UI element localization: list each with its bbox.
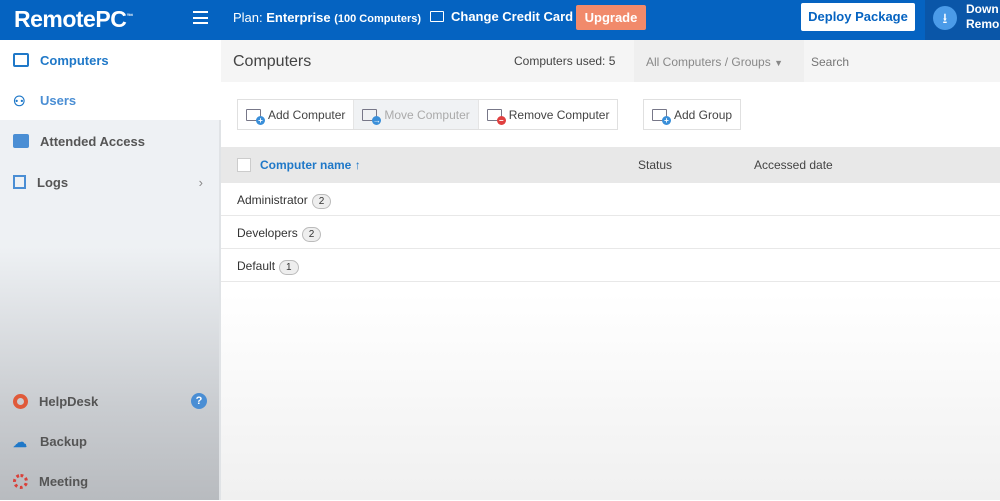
page-title: Computers xyxy=(233,53,312,70)
plan-name: Enterprise xyxy=(266,10,331,25)
help-icon[interactable]: ? xyxy=(191,393,207,409)
computers-used: Computers used: 5 xyxy=(514,54,616,68)
table-header: Computer name ↑ Status Accessed date xyxy=(221,147,1000,183)
filter-label: All Computers / Groups xyxy=(646,55,771,69)
table-row[interactable]: Default 1 xyxy=(221,249,1000,282)
group-filter-dropdown[interactable]: All Computers / Groups ▼ xyxy=(634,40,804,82)
download-button[interactable]: ⭳ Down Remo xyxy=(925,0,1000,40)
sidebar-item-label: Logs xyxy=(37,174,69,190)
sidebar-item-backup[interactable]: ☁ Backup xyxy=(0,421,221,461)
add-computer-label: Add Computer xyxy=(268,107,346,122)
sidebar-item-label: Users xyxy=(40,92,77,108)
content-header: Computers Computers used: 5 All Computer… xyxy=(221,40,1000,82)
monitor-icon xyxy=(13,134,29,148)
sidebar-item-label: Computers xyxy=(40,52,109,68)
add-computer-icon: + xyxy=(246,108,265,125)
main-panel: Computers Computers used: 5 All Computer… xyxy=(221,40,1000,500)
group-name: Default xyxy=(237,259,276,273)
sidebar-item-computers[interactable]: Computers xyxy=(0,40,221,80)
change-credit-card-link[interactable]: Change Credit Card xyxy=(430,9,573,24)
group-name: Administrator xyxy=(237,193,308,207)
logo-text: RemotePC xyxy=(14,6,127,32)
menu-icon[interactable] xyxy=(193,11,208,24)
add-group-button[interactable]: + Add Group xyxy=(644,100,740,129)
plan-detail: (100 Computers) xyxy=(334,13,421,25)
computer-actions: + Add Computer → Move Computer − Remove Com… xyxy=(237,99,619,130)
column-label: Computer name xyxy=(260,158,352,172)
select-all-checkbox[interactable] xyxy=(237,158,251,172)
group-name: Developers xyxy=(237,226,298,240)
add-group-label: Add Group xyxy=(674,107,733,122)
group-actions: + Add Group xyxy=(643,99,742,130)
count-badge: 2 xyxy=(311,194,332,209)
sidebar-item-attended-access[interactable]: Attended Access xyxy=(0,121,221,161)
chevron-right-icon: › xyxy=(198,174,203,190)
sidebar-item-users[interactable]: ⚇ Users xyxy=(0,80,221,120)
sidebar-item-label: Attended Access xyxy=(40,133,145,149)
sidebar-item-label: Backup xyxy=(40,433,87,449)
count-badge: 1 xyxy=(279,260,299,275)
column-status: Status xyxy=(638,158,673,172)
move-computer-icon: → xyxy=(362,108,382,125)
top-bar: RemotePC™ Plan: Enterprise (100 Computer… xyxy=(0,0,1000,40)
move-computer-button[interactable]: → Move Computer xyxy=(353,100,479,129)
credit-card-icon xyxy=(430,11,444,22)
search-input[interactable] xyxy=(811,55,966,69)
plan-label: Plan: xyxy=(233,10,263,25)
sidebar: Computers ⚇ Users Attended Access Logs › H… xyxy=(0,40,221,500)
remove-computer-label: Remove Computer xyxy=(508,107,610,122)
add-group-icon: + xyxy=(652,108,671,125)
table-row[interactable]: Developers 2 xyxy=(221,216,1000,249)
table-row[interactable]: Administrator 2 xyxy=(221,183,1000,216)
remove-computer-icon: − xyxy=(486,108,506,125)
add-computer-button[interactable]: + Add Computer xyxy=(238,100,353,129)
logs-icon xyxy=(13,175,26,189)
move-computer-label: Move Computer xyxy=(384,107,470,122)
count-badge: 2 xyxy=(301,227,322,242)
meeting-icon xyxy=(13,473,28,489)
change-card-label: Change Credit Card xyxy=(451,9,574,24)
sidebar-item-logs[interactable]: Logs › xyxy=(0,162,221,202)
plan-info: Plan: Enterprise (100 Computers) xyxy=(233,10,421,25)
sidebar-item-label: Meeting xyxy=(39,473,89,489)
remove-computer-button[interactable]: − Remove Computer xyxy=(479,100,618,129)
trademark: ™ xyxy=(126,13,133,21)
column-accessed-date: Accessed date xyxy=(754,158,833,172)
deploy-package-button[interactable]: Deploy Package xyxy=(801,3,915,31)
sort-ascending-icon: ↑ xyxy=(354,158,361,172)
cloud-upload-icon: ☁ xyxy=(13,434,27,450)
lifebuoy-icon xyxy=(13,393,28,409)
sidebar-item-meeting[interactable]: Meeting xyxy=(0,461,221,501)
sidebar-item-helpdesk[interactable]: HelpDesk? xyxy=(0,381,221,421)
column-computer-name[interactable]: Computer name ↑ xyxy=(260,158,361,172)
computers-icon xyxy=(13,53,29,67)
users-icon: ⚇ xyxy=(13,93,26,109)
upgrade-button[interactable]: Upgrade xyxy=(576,5,646,30)
download-label-1: Down xyxy=(966,2,999,16)
logo[interactable]: RemotePC™ xyxy=(14,6,133,33)
download-icon: ⭳ xyxy=(933,6,957,30)
chevron-down-icon: ▼ xyxy=(774,58,783,68)
download-label-2: Remo xyxy=(966,17,1000,31)
sidebar-item-label: HelpDesk xyxy=(39,393,99,409)
